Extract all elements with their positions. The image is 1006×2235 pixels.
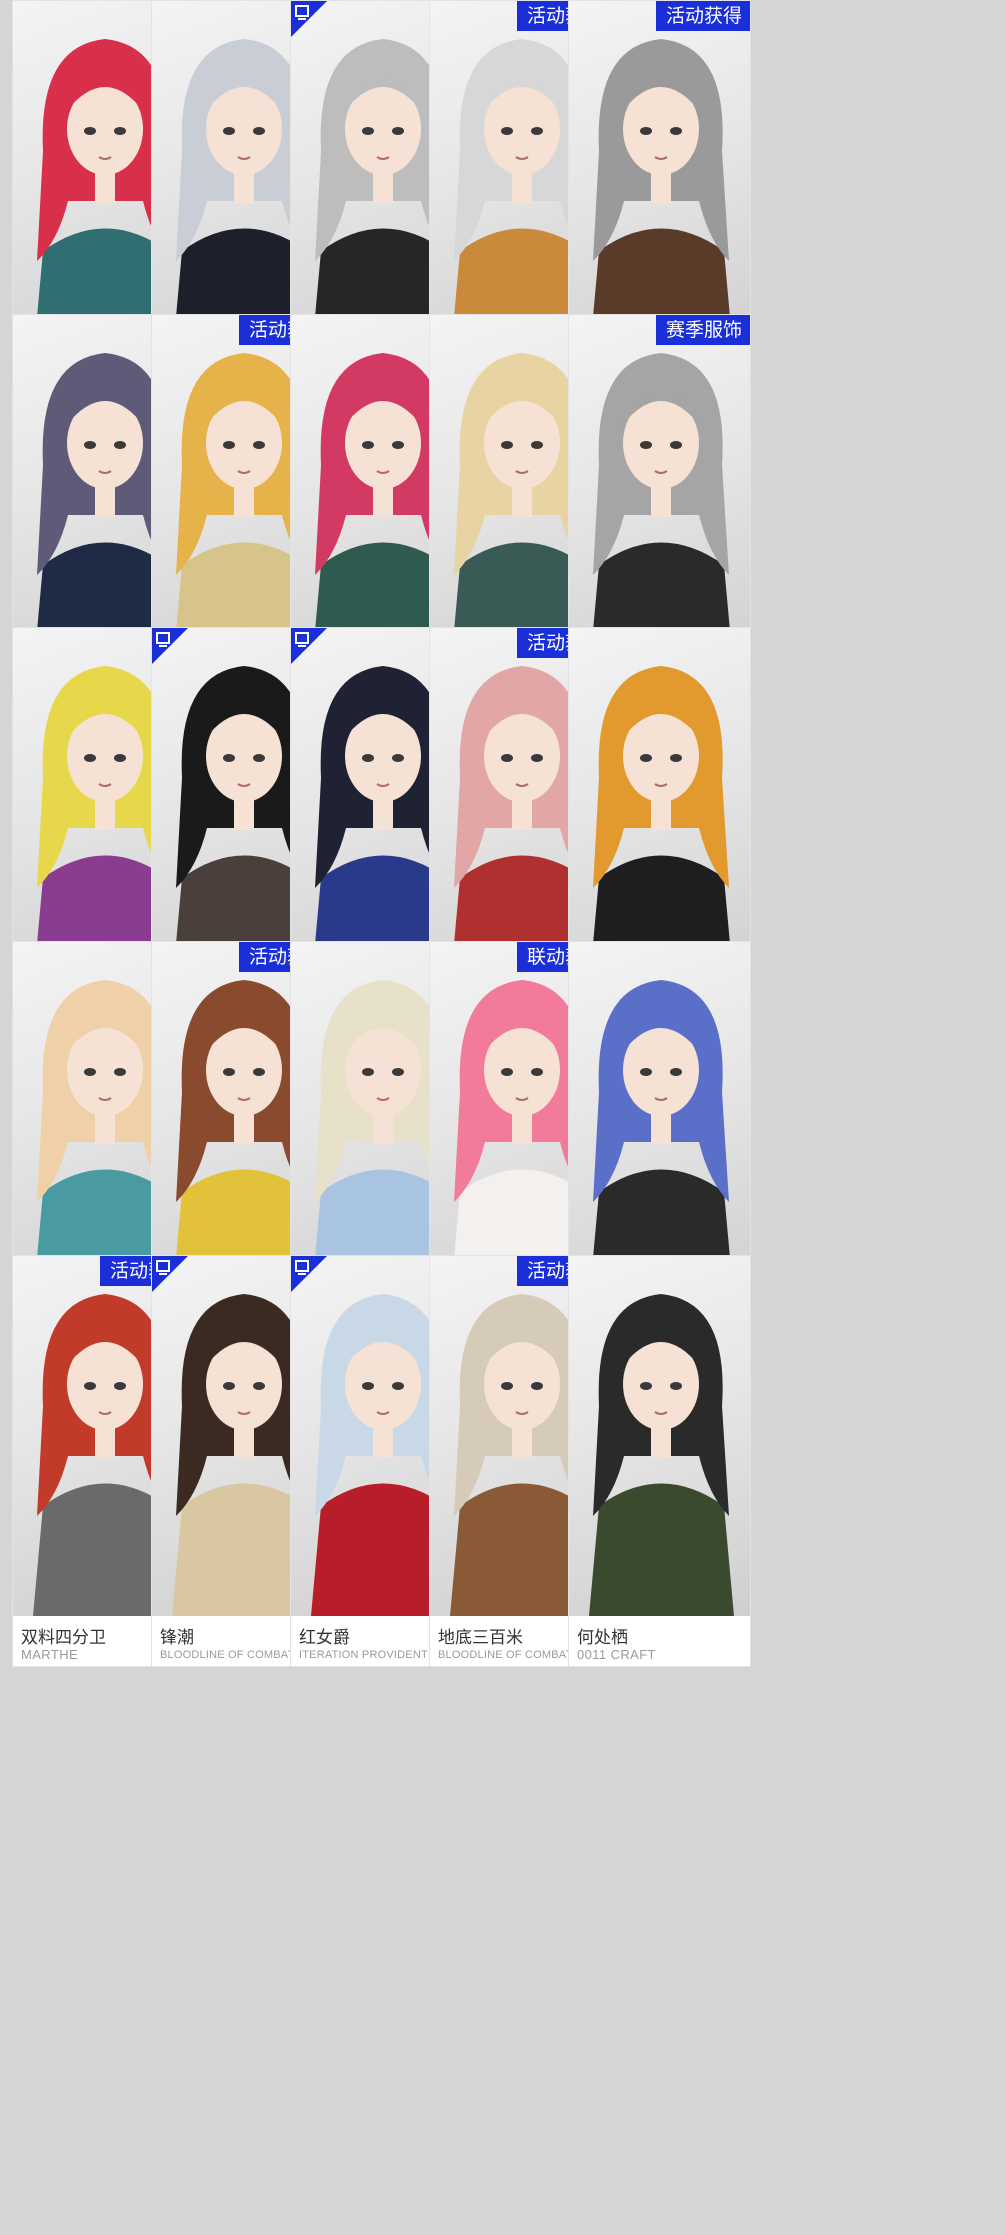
acquisition-badge: 赛季服饰 (655, 315, 750, 345)
skin-series: BLOODLINE OF COMBAT (160, 1649, 295, 1661)
skin-name: 何处栖 (577, 1628, 628, 1648)
character-illustration (589, 39, 734, 361)
skin-name: 锋潮 (160, 1628, 194, 1648)
character-illustration (589, 980, 734, 1302)
premium-corner-icon (152, 1256, 188, 1292)
premium-corner-icon (152, 628, 188, 664)
character-illustration (589, 1294, 734, 1616)
skin-artwork: 赛季服饰 (569, 315, 750, 675)
skin-artwork: 活动获得 (569, 1, 750, 361)
skin-name: 红女爵 (299, 1628, 350, 1648)
skin-series: BLOODLINE OF COMBAT (438, 1649, 573, 1661)
character-illustration (589, 666, 734, 988)
premium-corner-icon (291, 628, 327, 664)
skin-artwork (569, 942, 750, 1302)
skin-series: MARTHE (21, 1647, 79, 1662)
acquisition-badge: 活动获得 (655, 1, 750, 31)
skin-name: 双料四分卫 (21, 1628, 106, 1648)
skin-grid: 愿清晓0011 CRAFT注目深渊EPOQUE超新星TEST COLLECTIO… (0, 0, 1006, 2235)
skin-series: ITERATION PROVIDENT (299, 1649, 428, 1661)
skin-artwork (569, 1256, 750, 1616)
skin-series: 0011 CRAFT (577, 1647, 656, 1662)
premium-corner-icon (291, 1, 327, 37)
skin-artwork (569, 628, 750, 988)
character-illustration (589, 353, 734, 675)
skin-name: 地底三百米 (438, 1628, 523, 1648)
skin-card[interactable]: 何处栖 0011 CRAFT (568, 1255, 751, 1667)
premium-corner-icon (291, 1256, 327, 1292)
